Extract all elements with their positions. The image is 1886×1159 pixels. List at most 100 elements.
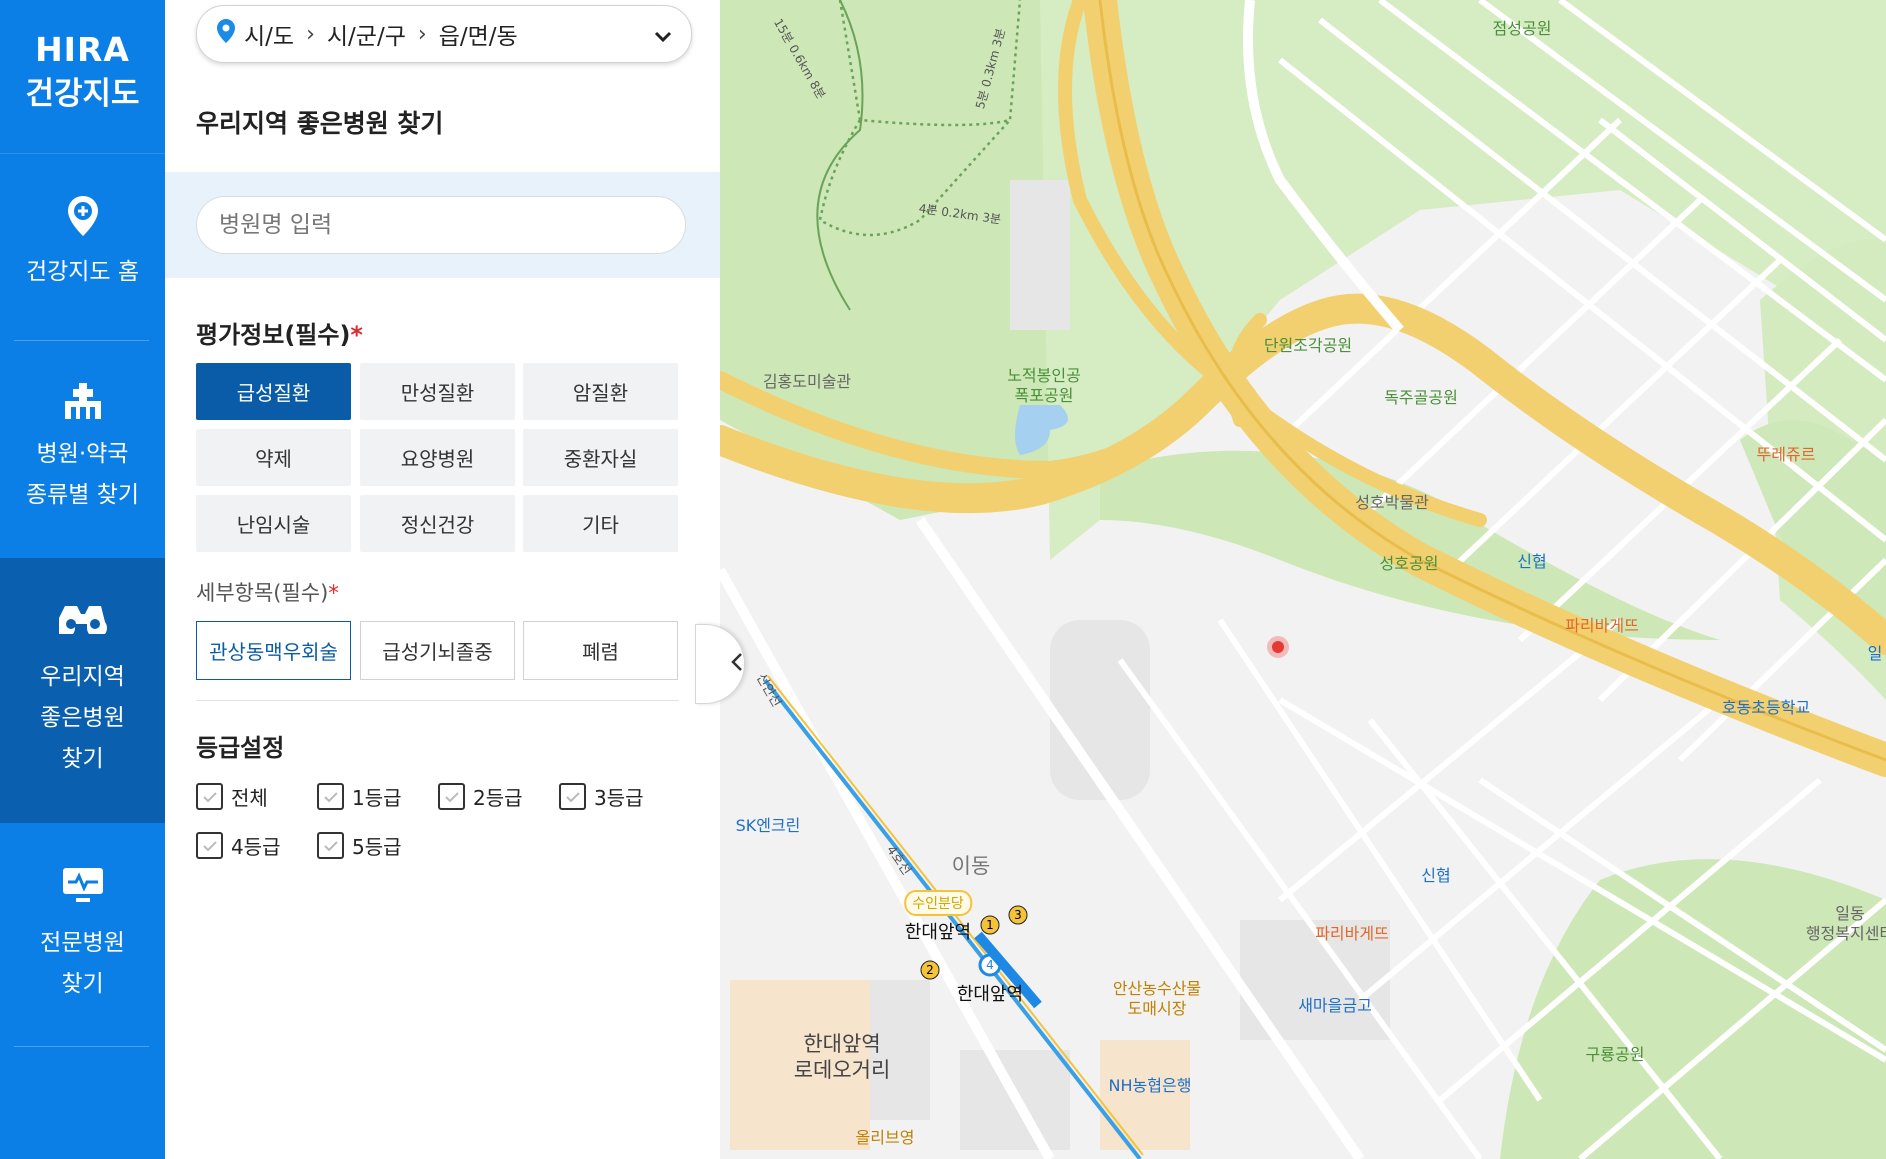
grade-label: 2등급 xyxy=(473,786,523,810)
hospital-icon xyxy=(0,381,165,421)
poi-shinhyup-2[interactable]: 신협 xyxy=(1421,862,1450,886)
eval-btn-cancer[interactable]: 암질환 xyxy=(523,363,678,420)
nav-label-good-hospital-3: 찾기 xyxy=(61,746,104,772)
map-canvas[interactable]: 1 2 3 4 xyxy=(720,0,1886,1159)
nav-item-good-hospital[interactable]: 우리지역 좋은병원 찾기 xyxy=(0,558,165,823)
poi-dokju-park[interactable]: 독주골공원 xyxy=(1384,384,1458,408)
checkbox[interactable] xyxy=(317,783,344,810)
poi-nh-bank[interactable]: NH농협은행 xyxy=(1109,1072,1192,1096)
checkbox[interactable] xyxy=(196,832,223,859)
hospital-name-input[interactable] xyxy=(196,196,686,254)
poi-ansan-market-2[interactable]: 도매시장 xyxy=(1128,995,1187,1019)
nav-label-hospital-type-1: 병원·약국 xyxy=(36,441,129,467)
binoculars-icon xyxy=(0,598,165,634)
divider xyxy=(196,700,679,701)
nav-item-hospital-type[interactable]: 병원·약국 종류별 찾기 xyxy=(0,341,165,557)
grade-label: 5등급 xyxy=(352,835,402,859)
poi-idong: 이동 xyxy=(951,854,991,878)
eval-heading: 평가정보(필수)* xyxy=(196,315,363,350)
detail-btn-pneumonia[interactable]: 폐렴 xyxy=(523,621,678,680)
chevron-left-icon xyxy=(731,652,743,676)
poi-tous[interactable]: 뚜레쥬르 xyxy=(1757,441,1816,465)
nav-label-hospital-type-2: 종류별 찾기 xyxy=(25,482,140,508)
poi-paris-2[interactable]: 파리바게뜨 xyxy=(1315,920,1389,944)
chevron-down-icon[interactable] xyxy=(653,24,673,50)
poi-guryong-park[interactable]: 구룡공원 xyxy=(1586,1041,1645,1065)
logo-line2: 건강지도 xyxy=(25,76,140,112)
exit-4: 4 xyxy=(986,958,994,972)
eval-btn-chronic[interactable]: 만성질환 xyxy=(360,363,515,420)
grade-checkbox-1[interactable]: 1등급 xyxy=(317,782,402,811)
eval-btn-drug[interactable]: 약제 xyxy=(196,429,351,486)
hira-logo[interactable]: HIRA 건강지도 xyxy=(0,0,165,154)
search-panel: 시/도 › 시/군/구 › 읍/면/동 우리지역 좋은병원 찾기 평가정보(필수… xyxy=(165,0,720,1159)
grade-label: 1등급 xyxy=(352,786,402,810)
required-mark: * xyxy=(328,581,339,605)
exit-3: 3 xyxy=(1014,908,1022,922)
grade-checkbox-all[interactable]: 전체 xyxy=(196,782,268,811)
checkbox[interactable] xyxy=(196,783,223,810)
region-sido[interactable]: 시/도 xyxy=(244,17,294,51)
eval-btn-other[interactable]: 기타 xyxy=(523,495,678,552)
map-view[interactable]: 1 2 3 4 점성공원 김홍도미술관 노적봉인공 폭포공원 단원조각공원 독주… xyxy=(720,0,1886,1159)
logo-line1: HIRA xyxy=(35,30,130,69)
poi-rodeo-2: 로데오거리 xyxy=(793,1058,891,1082)
poi-oliveyoung[interactable]: 올리브영 xyxy=(856,1124,915,1148)
poi-ildong-2[interactable]: 행정복지센터 xyxy=(1806,920,1886,944)
nav-item-specialty[interactable]: 전문병원 찾기 xyxy=(0,824,165,1046)
poi-kimhongdo[interactable]: 김홍도미술관 xyxy=(763,368,851,392)
detail-btn-stroke[interactable]: 급성기뇌졸중 xyxy=(360,621,515,680)
eval-btn-mental[interactable]: 정신건강 xyxy=(360,495,515,552)
location-plus-icon xyxy=(0,194,165,238)
poi-nojeok-2[interactable]: 폭포공원 xyxy=(1015,382,1074,406)
grade-checkbox-5[interactable]: 5등급 xyxy=(317,831,402,860)
grade-label: 전체 xyxy=(231,786,268,810)
poi-hanyang-station-2[interactable]: 한대앞역 xyxy=(957,980,1023,1006)
checkbox[interactable] xyxy=(559,783,586,810)
location-pin-icon xyxy=(216,18,236,50)
chevron-right-icon: › xyxy=(306,21,315,47)
grade-heading: 등급설정 xyxy=(196,734,285,762)
poi-edge[interactable]: 일 xyxy=(1868,640,1883,664)
nav-item-home[interactable]: 건강지도 홈 xyxy=(0,154,165,340)
eval-btn-acute[interactable]: 급성질환 xyxy=(196,363,351,420)
nav-label-specialty-2: 찾기 xyxy=(61,971,104,997)
monitor-pulse-icon xyxy=(0,864,165,904)
poi-shinhyup-1[interactable]: 신협 xyxy=(1517,548,1546,572)
poi-seongho-park[interactable]: 성호공원 xyxy=(1380,550,1439,574)
required-mark: * xyxy=(350,321,363,349)
grade-checkbox-3[interactable]: 3등급 xyxy=(559,782,644,811)
checkbox[interactable] xyxy=(438,783,465,810)
poi-suin-bundang[interactable]: 수인분당 xyxy=(904,890,972,916)
poi-danwon-park[interactable]: 단원조각공원 xyxy=(1264,332,1352,356)
region-sigungu[interactable]: 시/군/구 xyxy=(327,17,406,51)
region-dong[interactable]: 읍/면/동 xyxy=(439,17,518,51)
detail-heading: 세부항목(필수)* xyxy=(196,577,339,607)
poi-saemaul[interactable]: 새마을금고 xyxy=(1298,992,1372,1016)
poi-jeomseong-park[interactable]: 점성공원 xyxy=(1493,15,1552,39)
region-selector[interactable]: 시/도 › 시/군/구 › 읍/면/동 xyxy=(196,5,692,63)
exit-1: 1 xyxy=(986,918,994,932)
checkbox[interactable] xyxy=(317,832,344,859)
nav-label-good-hospital-2: 좋은병원 xyxy=(40,705,125,731)
exit-2: 2 xyxy=(926,963,934,977)
left-nav: HIRA 건강지도 건강지도 홈 병원·약국 종류별 찾기 우리지역 좋은병원 … xyxy=(0,0,165,1159)
poi-sk-enclean[interactable]: SK엔크린 xyxy=(736,812,801,836)
poi-hodong-school[interactable]: 호동초등학교 xyxy=(1722,694,1810,718)
page-title: 우리지역 좋은병원 찾기 xyxy=(196,109,444,138)
grade-label: 3등급 xyxy=(594,786,644,810)
eval-btn-icu[interactable]: 중환자실 xyxy=(523,429,678,486)
eval-btn-infertility[interactable]: 난임시술 xyxy=(196,495,351,552)
poi-hanyang-station-1[interactable]: 한대앞역 xyxy=(905,918,971,944)
grade-checkbox-2[interactable]: 2등급 xyxy=(438,782,523,811)
nav-label-home: 건강지도 홈 xyxy=(25,259,140,285)
eval-heading-text: 평가정보(필수) xyxy=(196,321,351,349)
poi-paris-1[interactable]: 파리바게뜨 xyxy=(1565,612,1639,636)
poi-seongho-museum[interactable]: 성호박물관 xyxy=(1355,489,1429,513)
nav-label-specialty-1: 전문병원 xyxy=(40,930,125,956)
nav-label-good-hospital-1: 우리지역 xyxy=(40,664,125,690)
eval-btn-nursing[interactable]: 요양병원 xyxy=(360,429,515,486)
detail-heading-text: 세부항목(필수) xyxy=(196,581,329,605)
detail-btn-cabg[interactable]: 관상동맥우회술 xyxy=(196,621,351,680)
grade-checkbox-4[interactable]: 4등급 xyxy=(196,831,281,860)
